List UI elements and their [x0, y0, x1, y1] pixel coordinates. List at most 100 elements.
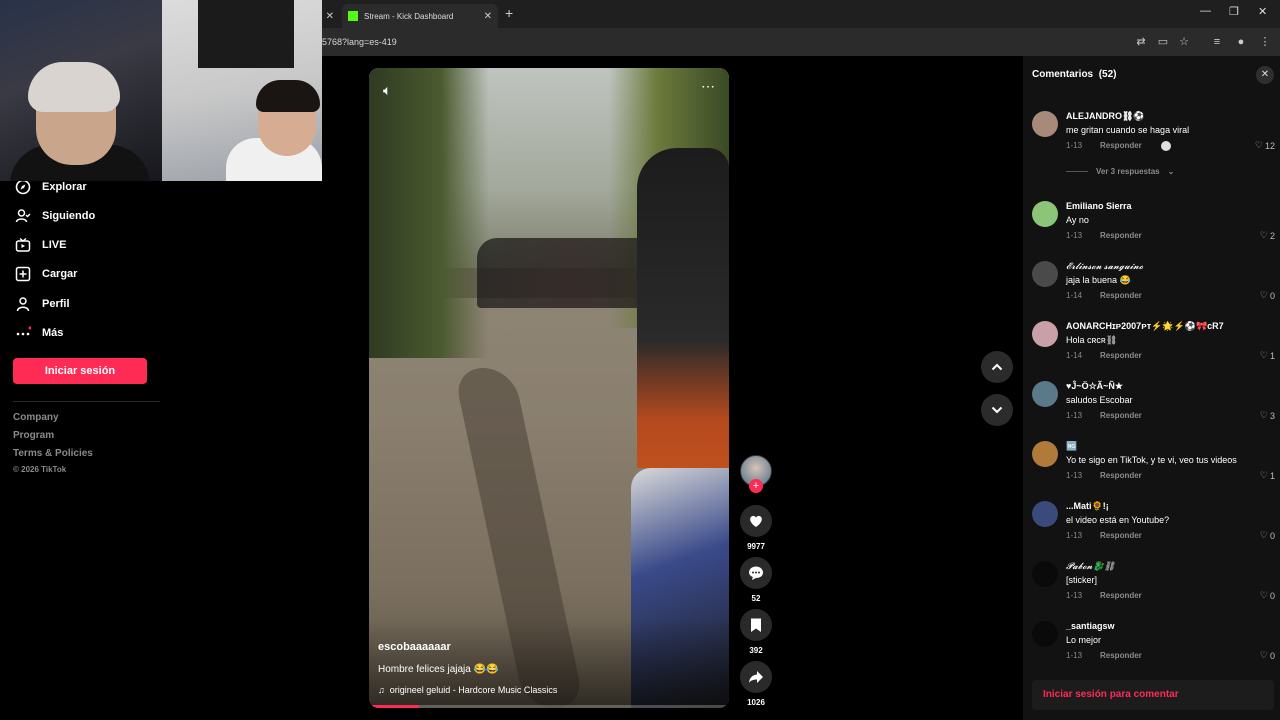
profile-avatar-icon[interactable]: ● [1234, 35, 1248, 49]
new-tab-button[interactable]: + [505, 5, 513, 21]
close-icon[interactable]: ✕ [1256, 66, 1274, 84]
video-progress-bar[interactable] [369, 705, 729, 708]
comment-like-button[interactable]: ♡ 2 [1260, 230, 1275, 241]
video-description: Hombre felices jajaja 😂😂 [378, 664, 499, 675]
reply-button[interactable]: Responder [1100, 141, 1142, 150]
close-window-icon[interactable]: ✕ [1258, 5, 1267, 18]
avatar[interactable] [1032, 621, 1058, 647]
comment-like-button[interactable]: ♡ 12 [1255, 140, 1275, 151]
comment-date: 1-14 [1066, 291, 1083, 300]
sidebar-item-siguiendo[interactable]: Siguiendo [14, 207, 95, 225]
more-options-icon[interactable]: ⋯ [701, 78, 715, 95]
footer-copyright: © 2026 TikTok [13, 465, 67, 474]
comment-like-button[interactable]: ♡ 0 [1260, 290, 1275, 301]
login-to-comment-button[interactable]: Iniciar sesión para comentar [1032, 680, 1274, 710]
sidebar-item-cargar[interactable]: Cargar [14, 265, 77, 283]
comment-like-count: 3 [1269, 410, 1275, 421]
comment-author[interactable]: ALEJANDRO⛓⚽ [1066, 111, 1145, 122]
comment-author[interactable]: Emiliano Sierra [1066, 201, 1132, 211]
comment-like-button[interactable]: ♡ 0 [1260, 650, 1275, 661]
video-player[interactable]: 🔈︎ ⋯ escobaaaaaar Hombre felices jajaja … [369, 68, 729, 708]
reply-button[interactable]: Responder [1100, 531, 1142, 540]
sidebar-item-mas[interactable]: Más [14, 324, 63, 342]
browser-menu-icon[interactable]: ⋮ [1258, 35, 1272, 49]
comment-like-button[interactable]: ♡ 3 [1260, 410, 1275, 421]
share-icon [749, 671, 763, 683]
previous-video-button[interactable] [981, 351, 1013, 383]
avatar[interactable] [1032, 381, 1058, 407]
translate-icon[interactable]: ⇄ [1134, 35, 1148, 49]
close-tab-icon[interactable]: ✕ [484, 11, 492, 22]
heart-outline-icon: ♡ [1254, 140, 1263, 150]
restore-icon[interactable]: ❐ [1229, 5, 1239, 18]
bookmark-star-icon[interactable]: ☆ [1177, 35, 1191, 49]
comment-like-button[interactable]: ♡ 1 [1260, 350, 1275, 361]
footer-link-terms[interactable]: Terms & Policies [13, 448, 93, 459]
comment-author[interactable]: 🆖 [1066, 441, 1077, 452]
comment-like-button[interactable]: ♡ 0 [1260, 530, 1275, 541]
view-replies-label: Ver 3 respuestas [1096, 167, 1160, 176]
comment-button[interactable] [740, 557, 772, 589]
heart-outline-icon: ♡ [1259, 410, 1268, 420]
sidebar-item-live[interactable]: LIVE [14, 236, 66, 254]
comment-author[interactable]: ...Mati🌻!¡ [1066, 501, 1109, 512]
avatar[interactable] [1032, 561, 1058, 587]
reply-button[interactable]: Responder [1100, 291, 1142, 300]
avatar[interactable] [1032, 501, 1058, 527]
avatar[interactable] [1032, 261, 1058, 287]
live-icon [14, 236, 32, 254]
comment-author[interactable]: AONARCHɪᴘ2007ᴘᴛ⚡🌟⚡⚽🎀cR7 [1066, 321, 1224, 332]
comment-author[interactable]: ♥Ĵ~Ö☆Ã~Ñ★ [1066, 381, 1123, 392]
comment-date: 1-13 [1066, 651, 1083, 660]
save-button[interactable] [740, 609, 772, 641]
url-text[interactable]: 5768?lang=es-419 [322, 37, 397, 47]
reply-button[interactable]: Responder [1100, 411, 1142, 420]
avatar[interactable] [1032, 441, 1058, 467]
minimize-icon[interactable]: — [1200, 5, 1211, 17]
video-music[interactable]: ♫ originееl geluid - Hardcore Music Clas… [378, 685, 557, 695]
avatar[interactable] [1032, 201, 1058, 227]
comment-item: ♥Ĵ~Ö☆Ã~Ñ★ saludos Escobar 1-13 Responder… [1023, 381, 1280, 441]
sidebar-item-label: Más [42, 327, 64, 339]
share-button[interactable] [740, 661, 772, 693]
comment-like-button[interactable]: ♡ 0 [1260, 590, 1275, 601]
login-button[interactable]: Iniciar sesión [13, 358, 147, 384]
reply-button[interactable]: Responder [1100, 351, 1142, 360]
sidebar-item-label: Perfil [42, 298, 70, 310]
comment-author[interactable]: 𝓔𝓻𝓵𝓲𝓷𝓼𝓸𝓷 𝓼𝓪𝓷𝓰𝓾𝓲𝓷𝓸 [1066, 261, 1143, 272]
view-replies-button[interactable]: Ver 3 respuestas ⌄ [1066, 167, 1174, 176]
comment-like-button[interactable]: ♡ 1 [1260, 470, 1275, 481]
more-icon [14, 324, 32, 342]
reply-button[interactable]: Responder [1100, 471, 1142, 480]
footer-link-company[interactable]: Company [13, 412, 59, 423]
like-button[interactable] [740, 505, 772, 537]
browser-tab-kick[interactable]: Stream - Kick Dashboard ✕ [342, 4, 498, 28]
reply-button[interactable]: Responder [1100, 651, 1142, 660]
comment-author[interactable]: _santiagsw [1066, 621, 1115, 631]
comment-text: Ay no [1066, 215, 1089, 225]
music-title: originееl geluid - Hardcore Music Classi… [389, 685, 558, 695]
install-app-icon[interactable]: ▭ [1156, 35, 1170, 49]
next-video-button[interactable] [981, 394, 1013, 426]
shares-count: 1026 [747, 698, 765, 707]
media-controls-icon[interactable]: ≡ [1210, 35, 1224, 49]
heart-outline-icon: ♡ [1259, 650, 1268, 660]
heart-outline-icon: ♡ [1259, 290, 1268, 300]
volume-icon[interactable]: 🔈︎ [383, 82, 391, 99]
heart-outline-icon: ♡ [1259, 590, 1268, 600]
sidebar-item-perfil[interactable]: Perfil [14, 295, 70, 313]
upload-icon [14, 265, 32, 283]
video-username[interactable]: escobaaaaaar [378, 641, 451, 653]
comment-item: 𝓔𝓻𝓵𝓲𝓷𝓼𝓸𝓷 𝓼𝓪𝓷𝓰𝓾𝓲𝓷𝓸 jaja la buena 😂 1-14 R… [1023, 261, 1280, 321]
reply-button[interactable]: Responder [1100, 591, 1142, 600]
avatar[interactable] [1032, 321, 1058, 347]
reply-button[interactable]: Responder [1100, 231, 1142, 240]
kick-logo-icon [348, 11, 358, 21]
footer-link-program[interactable]: Program [13, 430, 54, 441]
comment-item: 𝓟𝓪𝓫𝓸𝓷🐉⛓ [sticker] 1-13 Responder ♡ 0 [1023, 561, 1280, 621]
avatar[interactable] [1032, 111, 1058, 137]
close-tab-icon[interactable]: ✕ [326, 11, 334, 22]
comment-author[interactable]: 𝓟𝓪𝓫𝓸𝓷🐉⛓ [1066, 561, 1115, 572]
video-progress-fill [369, 705, 420, 708]
follow-plus-icon[interactable]: + [749, 479, 763, 493]
